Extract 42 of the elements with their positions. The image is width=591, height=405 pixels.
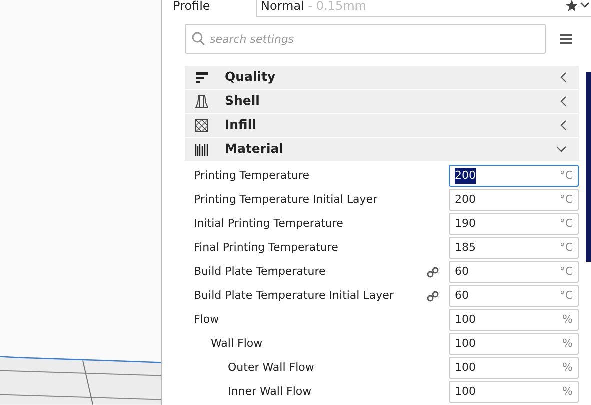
chevron-down-icon	[556, 146, 567, 153]
setting-field[interactable]: 100 %	[449, 357, 579, 379]
category-header[interactable]: Infill	[185, 114, 579, 137]
setting-field[interactable]: 100 %	[449, 381, 579, 403]
setting-field[interactable]: 200 °C	[449, 165, 579, 187]
setting-label: Outer Wall Flow	[227, 360, 316, 376]
setting-field[interactable]: 100 %	[449, 333, 579, 355]
link-icon[interactable]	[427, 266, 439, 278]
setting-field[interactable]: 60 °C	[449, 285, 579, 307]
profile-dropdown[interactable]: Normal - 0.15mm	[256, 0, 591, 17]
menu-icon[interactable]	[560, 34, 572, 44]
category-header[interactable]: Shell	[185, 90, 579, 113]
setting-label: Wall Flow	[210, 336, 264, 352]
barcode-icon	[195, 142, 209, 156]
profile-label: Profile	[173, 0, 212, 15]
infill-icon	[195, 118, 209, 132]
setting-field[interactable]: 100 %	[449, 309, 579, 331]
chevron-down-icon	[580, 2, 590, 9]
scrollbar[interactable]	[586, 72, 591, 262]
chevron-left-icon	[560, 72, 567, 83]
link-icon[interactable]	[427, 290, 439, 302]
setting-label: Build Plate Temperature Initial Layer	[194, 288, 395, 304]
chevron-left-icon	[560, 120, 567, 131]
setting-field[interactable]: 185 °C	[449, 237, 579, 259]
setting-label: Flow	[194, 312, 220, 328]
category-header[interactable]: Quality	[185, 66, 579, 89]
star-icon	[566, 0, 578, 12]
setting-label: Build Plate Temperature	[194, 264, 327, 280]
setting-label: Initial Printing Temperature	[194, 216, 344, 232]
setting-label: Inner Wall Flow	[227, 384, 313, 400]
quality-icon	[195, 70, 209, 84]
shell-icon	[195, 94, 209, 108]
category-header[interactable]: Material	[185, 138, 579, 161]
setting-label: Printing Temperature Initial Layer	[194, 192, 379, 208]
setting-field[interactable]: 190 °C	[449, 213, 579, 235]
chevron-left-icon	[560, 96, 567, 107]
setting-label: Final Printing Temperature	[194, 240, 340, 256]
setting-field[interactable]: 200 °C	[449, 189, 579, 211]
search-icon	[192, 32, 205, 46]
search-field[interactable]: search settings	[185, 24, 546, 54]
setting-label: Printing Temperature	[194, 168, 310, 184]
setting-field[interactable]: 60 °C	[449, 261, 579, 283]
